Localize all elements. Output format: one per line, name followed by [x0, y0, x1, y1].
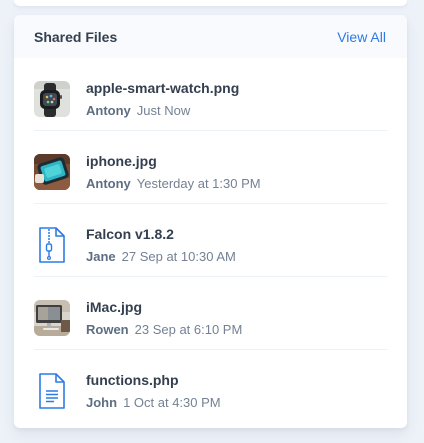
file-details: Antony Yesterday at 1:30 PM: [86, 175, 261, 192]
watch-image: [34, 81, 70, 117]
file-name[interactable]: apple-smart-watch.png: [86, 79, 239, 97]
file-item-functions-php[interactable]: functions.php John 1 Oct at 4:30 PM: [34, 350, 388, 423]
file-time: 1 Oct at 4:30 PM: [123, 395, 221, 410]
file-name[interactable]: functions.php: [86, 371, 221, 389]
file-details: Antony Just Now: [86, 102, 239, 119]
file-user: Jane: [86, 249, 116, 264]
file-meta: functions.php John 1 Oct at 4:30 PM: [86, 371, 221, 411]
file-meta: iMac.jpg Rowen 23 Sep at 6:10 PM: [86, 298, 242, 338]
file-user: John: [86, 395, 118, 410]
imac-image: [34, 300, 70, 336]
shared-files-card: Shared Files View All apple-smart-watch.…: [14, 15, 407, 428]
card-title: Shared Files: [34, 28, 118, 45]
file-name[interactable]: iphone.jpg: [86, 152, 261, 170]
file-name[interactable]: Falcon v1.8.2: [86, 225, 236, 243]
file-item-falcon-zip[interactable]: Falcon v1.8.2 Jane 27 Sep at 10:30 AM: [34, 204, 388, 277]
file-item-imac[interactable]: iMac.jpg Rowen 23 Sep at 6:10 PM: [34, 277, 388, 350]
zip-file-icon: [34, 227, 70, 263]
view-all-link[interactable]: View All: [337, 29, 386, 45]
file-meta: Falcon v1.8.2 Jane 27 Sep at 10:30 AM: [86, 225, 236, 265]
file-name[interactable]: iMac.jpg: [86, 298, 242, 316]
previous-card-edge: [14, 0, 407, 6]
file-user: Rowen: [86, 322, 129, 337]
file-meta: apple-smart-watch.png Antony Just Now: [86, 79, 239, 119]
file-time: 23 Sep at 6:10 PM: [134, 322, 243, 337]
file-time: 27 Sep at 10:30 AM: [121, 249, 236, 264]
file-item-apple-smart-watch[interactable]: apple-smart-watch.png Antony Just Now: [34, 58, 388, 131]
file-details: Jane 27 Sep at 10:30 AM: [86, 248, 236, 265]
file-details: Rowen 23 Sep at 6:10 PM: [86, 321, 242, 338]
card-header: Shared Files View All: [14, 15, 407, 58]
file-meta: iphone.jpg Antony Yesterday at 1:30 PM: [86, 152, 261, 192]
file-details: John 1 Oct at 4:30 PM: [86, 394, 221, 411]
file-time: Yesterday at 1:30 PM: [136, 176, 261, 191]
phone-image: [34, 154, 70, 190]
file-user: Antony: [86, 103, 131, 118]
file-time: Just Now: [136, 103, 191, 118]
file-user: Antony: [86, 176, 131, 191]
file-item-iphone[interactable]: iphone.jpg Antony Yesterday at 1:30 PM: [34, 131, 388, 204]
document-icon: [34, 373, 70, 409]
shared-files-list: apple-smart-watch.png Antony Just Now ip…: [14, 58, 407, 423]
